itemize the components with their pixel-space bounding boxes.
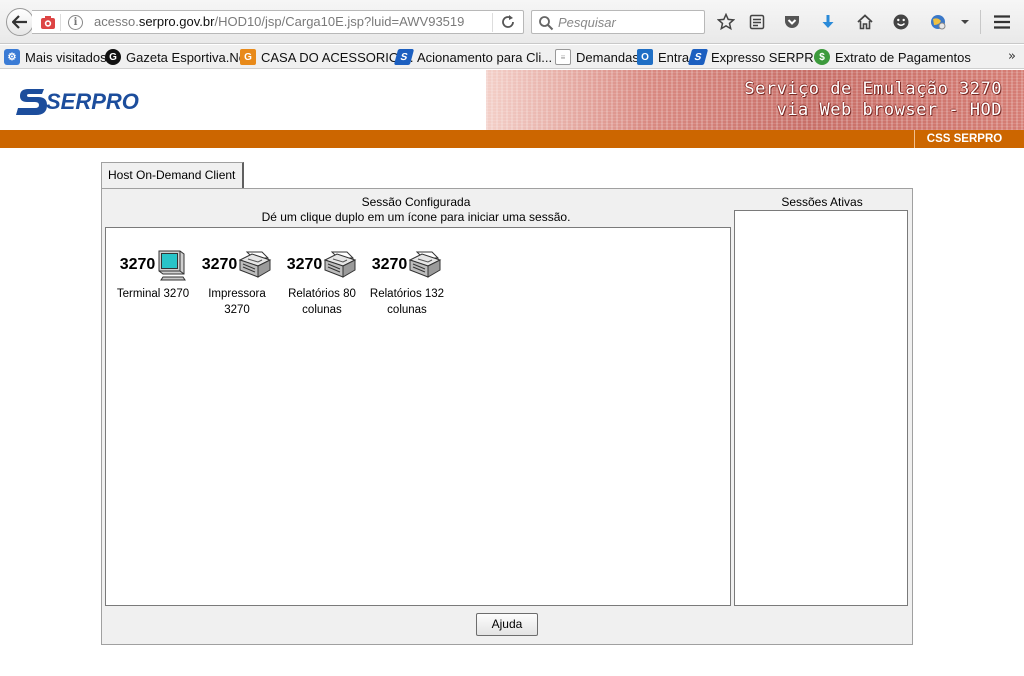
applet-tabstrip: Host On-Demand Client	[101, 162, 913, 189]
toolbar-separator	[980, 10, 981, 34]
bookmark-label: Gazeta Esportiva.Net	[126, 49, 250, 65]
serpro-logo: SERPRO	[14, 84, 139, 120]
active-sessions-panel	[734, 210, 908, 606]
active-sessions-title: Sessões Ativas	[781, 195, 863, 209]
pocket-icon[interactable]	[782, 12, 802, 32]
url-separator	[492, 13, 493, 32]
css-serpro-label: CSS SERPRO	[914, 130, 1014, 148]
session-badge: 3270	[286, 256, 323, 273]
applet-body: Sessão Configurada Dé um clique duplo em…	[101, 188, 912, 644]
session-badge: 3270	[371, 256, 408, 273]
addon-globe-icon[interactable]	[928, 12, 948, 32]
url-separator	[60, 14, 61, 31]
session-label: Terminal 3270	[116, 288, 190, 300]
session-impressora-3270[interactable]: 3270 Impressora 3270	[195, 246, 279, 318]
banner-line-1: Serviço de Emulação 3270	[744, 79, 1002, 99]
logo-text: SERPRO	[46, 89, 139, 114]
configured-sessions-panel: 3270 Terminal 3270 3270 Impressora 3270 …	[105, 227, 731, 606]
back-button[interactable]	[6, 8, 34, 36]
bookmark-label: Expresso SERPRO	[711, 49, 824, 65]
session-badge: 3270	[119, 256, 156, 273]
serpro-icon: S	[687, 49, 709, 65]
printer-icon	[323, 251, 357, 278]
url-bar[interactable]: i acesso.serpro.gov.br/HOD10/jsp/Carga10…	[32, 10, 524, 34]
bookmark-extrato-pagamentos[interactable]: $ Extrato de Pagamentos	[814, 48, 971, 66]
bookmark-label: Extrato de Pagamentos	[835, 49, 971, 65]
bookmark-mais-visitados[interactable]: ⚙ Mais visitados	[4, 48, 107, 66]
configured-sessions-title: Sessão Configurada	[361, 195, 471, 209]
page-header: SERPRO Serviço de Emulação 3270 via Web …	[0, 70, 1024, 130]
session-icon-row: 3270	[195, 246, 279, 284]
hamburger-menu-icon[interactable]	[992, 12, 1012, 32]
session-label: Relatórios 80 colunas	[288, 288, 356, 316]
session-relatorios-132-colunas[interactable]: 3270 Relatórios 132 colunas	[365, 246, 449, 318]
bookmark-label: Mais visitados	[25, 49, 107, 65]
url-text[interactable]: acesso.serpro.gov.br/HOD10/jsp/Carga10E.…	[94, 14, 464, 29]
session-label: Relatórios 132 colunas	[369, 288, 445, 316]
bookmark-label: Acionamento para Cli...	[417, 49, 553, 65]
bookmark-label: Entra	[658, 49, 690, 65]
chevron-down-icon[interactable]	[955, 12, 975, 32]
serpro-s-icon	[16, 89, 47, 115]
browser-toolbar: i acesso.serpro.gov.br/HOD10/jsp/Carga10…	[0, 0, 1024, 44]
gear-bookmark-icon: ⚙	[4, 49, 20, 65]
terminal-icon	[158, 250, 187, 281]
info-icon[interactable]: i	[68, 15, 83, 30]
printer-icon	[408, 251, 442, 278]
session-badge: 3270	[201, 256, 238, 273]
printer-icon	[238, 251, 272, 278]
tab-host-on-demand-client[interactable]: Host On-Demand Client	[101, 162, 244, 189]
session-icon-row: 3270	[280, 246, 364, 284]
banner-line-2: via Web browser - HOD	[776, 100, 1002, 120]
casa-icon: G	[240, 49, 256, 65]
site-identity-icon[interactable]	[40, 15, 56, 30]
hod-applet: Host On-Demand Client Sessão Configurada…	[101, 162, 913, 645]
bookmark-star-icon[interactable]	[716, 12, 736, 32]
session-terminal-3270[interactable]: 3270 Terminal 3270	[111, 246, 195, 302]
bookmark-demandas[interactable]: ≡ Demandas	[555, 48, 639, 66]
search-bar[interactable]: Pesquisar	[531, 10, 705, 34]
reading-list-icon[interactable]	[747, 12, 767, 32]
home-icon[interactable]	[855, 12, 875, 32]
bookmark-label: CASA DO ACESSORIO ...	[261, 49, 414, 65]
session-relatorios-80-colunas[interactable]: 3270 Relatórios 80 colunas	[280, 246, 364, 318]
reload-icon[interactable]	[500, 14, 516, 30]
money-icon: $	[814, 49, 830, 65]
search-icon	[539, 16, 554, 31]
help-button[interactable]: Ajuda	[476, 613, 538, 636]
bookmark-acionamento[interactable]: S Acionamento para Cli...	[393, 48, 553, 66]
arrow-left-icon	[12, 15, 27, 29]
bookmark-entra[interactable]: O Entra	[637, 48, 689, 66]
bookmark-label: Demandas	[576, 49, 639, 65]
bookmark-gazeta[interactable]: G Gazeta Esportiva.Net	[105, 48, 250, 66]
bookmark-casa-do-acessorio[interactable]: G CASA DO ACESSORIO ...	[240, 48, 413, 66]
configured-sessions-hint: Dé um clique duplo em um ícone para inic…	[261, 210, 571, 224]
search-placeholder: Pesquisar	[558, 15, 616, 30]
page-icon: ≡	[555, 49, 571, 65]
smiley-feedback-icon[interactable]	[891, 12, 911, 32]
chevron-right-double-icon[interactable]: »	[1008, 49, 1016, 64]
serpro-icon: S	[393, 49, 415, 65]
orange-divider-bar	[0, 130, 1024, 148]
session-icon-row: 3270	[111, 246, 195, 284]
bookmark-expresso-serpro[interactable]: S Expresso SERPRO	[687, 48, 824, 66]
gazeta-icon: G	[105, 49, 121, 65]
session-label: Impressora 3270	[208, 288, 266, 316]
bookmarks-toolbar: ⚙ Mais visitados G Gazeta Esportiva.Net …	[0, 45, 1024, 69]
outlook-icon: O	[637, 49, 653, 65]
hod-banner: Serviço de Emulação 3270 via Web browser…	[486, 70, 1024, 130]
download-icon[interactable]	[818, 12, 838, 32]
session-icon-row: 3270	[365, 246, 449, 284]
